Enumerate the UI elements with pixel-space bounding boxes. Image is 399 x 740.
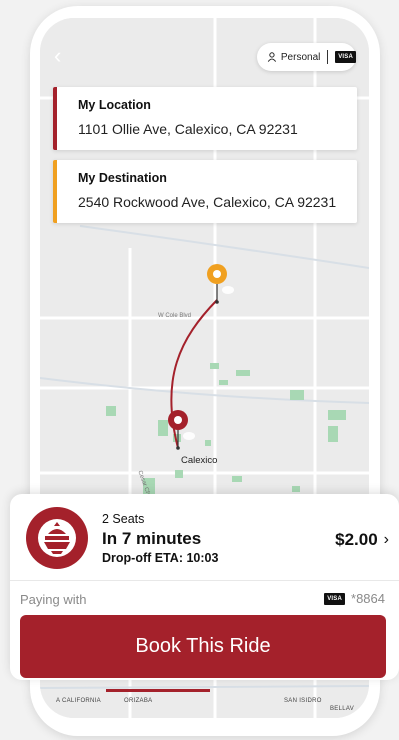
origin-address-card[interactable]: My Location 1101 Ollie Ave, Calexico, CA… — [53, 87, 357, 150]
destination-address: 2540 Rockwood Ave, Calexico, CA 92231 — [78, 194, 337, 210]
street-label: W Cole Blvd — [158, 313, 192, 319]
profile-label: Personal — [280, 51, 321, 63]
card-divider — [10, 580, 399, 581]
visa-card-icon: VISA — [335, 51, 356, 63]
map-bottom-label: ORIZABA — [124, 698, 153, 704]
destination-address-card[interactable]: My Destination 2540 Rockwood Ave, Calexi… — [53, 160, 357, 223]
brand-logo — [26, 507, 88, 569]
origin-address: 1101 Ollie Ave, Calexico, CA 92231 — [78, 121, 298, 137]
shuttle-logo-icon — [38, 519, 76, 557]
city-label: Calexico — [181, 455, 218, 466]
profile-divider — [327, 50, 329, 64]
back-chevron-icon[interactable]: ‹ — [54, 45, 68, 67]
profile-selector[interactable]: Personal VISA — [257, 43, 356, 71]
destination-title: My Destination — [78, 171, 167, 185]
pickup-eta: In 7 minutes — [102, 529, 202, 548]
book-ride-button[interactable]: Book This Ride — [20, 615, 386, 678]
seat-count: 2 Seats — [102, 512, 145, 526]
payment-method-selector[interactable]: VISA *8864 — [324, 591, 385, 606]
map-bottom-label: A CALIFORNIA — [56, 698, 101, 704]
paying-with-label: Paying with — [20, 592, 87, 607]
map-bottom-label: BELLAV — [330, 706, 355, 712]
fare-price: $2.00 — [335, 530, 378, 549]
visa-card-icon: VISA — [324, 592, 346, 605]
card-last4: *8864 — [351, 591, 385, 606]
person-icon — [267, 52, 277, 62]
route-progress-bar — [106, 689, 210, 692]
origin-title: My Location — [78, 98, 151, 112]
fare-details-link[interactable]: $2.00 › — [335, 530, 389, 550]
dropoff-eta: Drop-off ETA: 10:03 — [102, 551, 219, 565]
chevron-right-icon: › — [383, 531, 389, 548]
map-bottom-label: SAN ISIDRO — [284, 698, 322, 704]
